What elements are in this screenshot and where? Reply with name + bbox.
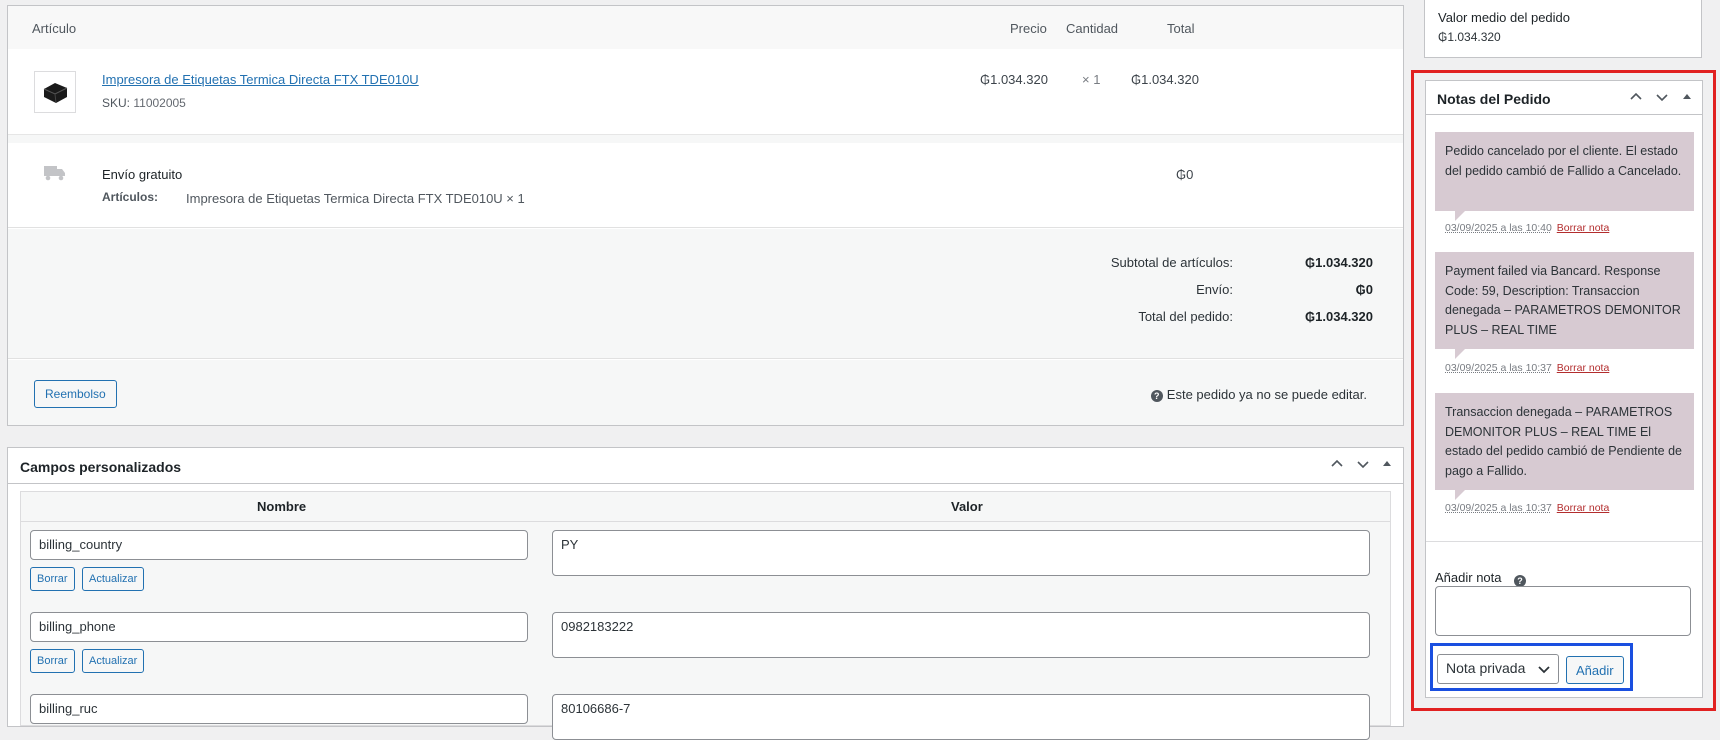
- col-quantity: Cantidad: [1066, 21, 1119, 36]
- items-table-header: Artículo Precio Cantidad Total: [8, 6, 1403, 49]
- shipping-total-value: ₲0: [1355, 282, 1373, 297]
- shipping-method-name: Envío gratuito: [102, 167, 183, 182]
- printer-image-icon: [43, 83, 68, 104]
- shipping-meta-label: Artículos:: [102, 190, 159, 204]
- col-price: Precio: [1010, 21, 1047, 36]
- shipping-total: ₲0: [1176, 167, 1194, 182]
- item-quantity: × 1: [1082, 72, 1101, 87]
- sku-value: 11002005: [133, 96, 186, 110]
- highlight-box-red: [1411, 70, 1716, 711]
- aov-value: ₲1.034.320: [1438, 30, 1501, 44]
- average-order-value-box: Valor medio del pedido ₲1.034.320: [1424, 0, 1702, 58]
- refund-button[interactable]: Reembolso: [34, 380, 117, 408]
- collapse-icon[interactable]: [1381, 457, 1393, 474]
- line-item-row: Impresora de Etiquetas Termica Directa F…: [8, 50, 1403, 134]
- delete-field-button[interactable]: Borrar: [30, 567, 75, 591]
- custom-fields-table: Nombre Valor billing_country PY Borrar A…: [20, 491, 1391, 740]
- delete-field-button[interactable]: Borrar: [30, 649, 75, 673]
- item-price: ₲1.034.320: [980, 72, 1048, 87]
- custom-field-value-textarea[interactable]: PY: [552, 530, 1370, 576]
- col-total: Total: [1167, 21, 1195, 36]
- shipping-row: Envío gratuito Artículos: Impresora de E…: [8, 143, 1403, 228]
- custom-field-key-input[interactable]: billing_phone: [30, 612, 528, 642]
- product-link[interactable]: Impresora de Etiquetas Termica Directa F…: [102, 72, 419, 87]
- product-sku: SKU: 11002005: [102, 96, 186, 110]
- update-field-button[interactable]: Actualizar: [82, 649, 145, 673]
- row-divider: [8, 134, 1403, 143]
- chevron-down-icon: [1537, 662, 1551, 679]
- help-icon: ?: [1150, 390, 1163, 402]
- items-actions-bar: Reembolso ? Este pedido ya no se puede ed…: [8, 360, 1403, 425]
- no-edit-notice: ? Este pedido ya no se puede editar.: [1150, 387, 1367, 402]
- product-thumbnail[interactable]: [34, 71, 76, 113]
- shipping-total-label: Envío:: [1196, 282, 1233, 297]
- move-down-icon[interactable]: [1356, 457, 1370, 474]
- shipping-meta-value: Impresora de Etiquetas Termica Directa F…: [186, 191, 525, 206]
- order-total-value: ₲1.034.320: [1305, 309, 1373, 324]
- col-value-header: Valor: [951, 499, 983, 514]
- no-edit-text: Este pedido ya no se puede editar.: [1166, 387, 1367, 402]
- add-note-button[interactable]: Añadir: [1566, 656, 1624, 684]
- aov-label: Valor medio del pedido: [1438, 10, 1571, 25]
- note-type-selected: Nota privada: [1446, 660, 1526, 676]
- col-article: Artículo: [32, 21, 77, 36]
- custom-field-value-textarea[interactable]: 0982183222: [552, 612, 1370, 658]
- order-items-panel: Artículo Precio Cantidad Total Impresora…: [7, 5, 1404, 426]
- custom-field-key-input[interactable]: billing_ruc: [30, 694, 528, 724]
- order-total-label: Total del pedido:: [1138, 309, 1233, 324]
- subtotal-label: Subtotal de artículos:: [1110, 255, 1233, 270]
- custom-fields-panel: Campos personalizados Nombre Valor billi…: [7, 447, 1404, 740]
- sku-label: SKU:: [102, 96, 131, 110]
- move-up-icon[interactable]: [1330, 457, 1344, 474]
- update-field-button[interactable]: Actualizar: [82, 567, 145, 591]
- custom-field-value-textarea[interactable]: 80106686-7: [552, 694, 1370, 740]
- header-divider: [21, 521, 1390, 522]
- note-type-select[interactable]: Nota privada: [1437, 654, 1559, 684]
- subtotal-value: ₲1.034.320: [1305, 255, 1373, 270]
- truck-icon: [44, 166, 65, 181]
- item-total: ₲1.034.320: [1131, 72, 1199, 87]
- custom-fields-title: Campos personalizados: [20, 459, 182, 475]
- order-totals: Subtotal de artículos: ₲1.034.320 Envío:…: [8, 229, 1403, 359]
- custom-fields-header: Campos personalizados: [8, 448, 1403, 484]
- custom-field-key-input[interactable]: billing_country: [30, 530, 528, 560]
- col-name-header: Nombre: [257, 499, 307, 514]
